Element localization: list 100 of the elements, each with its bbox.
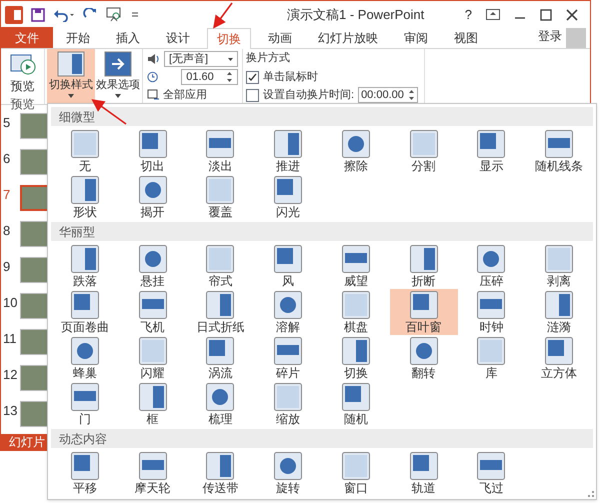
slide-thumbnail[interactable] bbox=[20, 257, 49, 283]
transition-option[interactable]: 揭开 bbox=[118, 174, 186, 220]
transition-option[interactable]: 随机线条 bbox=[525, 128, 593, 174]
transition-option[interactable]: 淡出 bbox=[186, 128, 254, 174]
transition-icon bbox=[206, 176, 234, 204]
transition-option[interactable]: 百叶窗 bbox=[390, 289, 458, 335]
transition-option[interactable]: 闪耀 bbox=[118, 335, 186, 381]
ribbon-tab[interactable]: 插入 bbox=[103, 27, 153, 48]
transition-option[interactable]: 折断 bbox=[390, 243, 458, 289]
resize-grip-icon[interactable] bbox=[588, 491, 594, 497]
transition-option[interactable]: 飞过 bbox=[458, 450, 526, 496]
transition-option[interactable]: 摩天轮 bbox=[118, 450, 186, 496]
ribbon-tab[interactable]: 幻灯片放映 bbox=[305, 27, 391, 48]
sign-in-link[interactable]: 登录 bbox=[538, 27, 562, 45]
slide-thumbnail[interactable] bbox=[20, 401, 49, 427]
checkbox[interactable] bbox=[246, 88, 259, 102]
slide-thumbnail[interactable] bbox=[20, 149, 49, 175]
close-icon[interactable] bbox=[566, 8, 578, 20]
transition-option[interactable]: 擦除 bbox=[322, 128, 390, 174]
transition-option[interactable]: 风 bbox=[254, 243, 322, 289]
sound-dropdown[interactable]: [无声音] bbox=[164, 51, 238, 67]
slide-thumbnail[interactable] bbox=[20, 221, 49, 247]
ribbon-tab[interactable]: 设计 bbox=[153, 27, 203, 48]
undo-icon[interactable] bbox=[53, 8, 75, 22]
transition-icon bbox=[410, 130, 438, 158]
transition-option[interactable]: 立方体 bbox=[525, 335, 593, 381]
transition-option[interactable]: 分割 bbox=[390, 128, 458, 174]
duration-field[interactable]: 01.60 bbox=[181, 69, 238, 85]
transition-option[interactable]: 无 bbox=[51, 128, 119, 174]
transition-option[interactable]: 帘式 bbox=[186, 243, 254, 289]
preview-button[interactable]: 预览 bbox=[10, 49, 36, 95]
transition-style-button[interactable]: 切换样式 bbox=[47, 49, 95, 104]
ribbon-tab[interactable]: 审阅 bbox=[391, 27, 441, 48]
transition-option[interactable]: 缩放 bbox=[254, 381, 322, 427]
slide-thumbnail[interactable] bbox=[20, 329, 49, 355]
transition-option[interactable]: 梳理 bbox=[186, 381, 254, 427]
transition-option[interactable]: 形状 bbox=[51, 174, 119, 220]
transition-option[interactable]: 翻转 bbox=[390, 335, 458, 381]
transition-option[interactable]: 显示 bbox=[458, 128, 526, 174]
transition-option[interactable]: 框 bbox=[118, 381, 186, 427]
transition-option[interactable]: 时钟 bbox=[458, 289, 526, 335]
transition-option[interactable]: 覆盖 bbox=[186, 174, 254, 220]
caret-icon bbox=[115, 94, 121, 98]
transition-icon bbox=[477, 244, 506, 272]
slide-thumbnail[interactable] bbox=[20, 365, 49, 391]
customize-menu-icon[interactable] bbox=[131, 10, 139, 18]
apply-all-button[interactable]: 全部应用 bbox=[147, 87, 238, 103]
transition-icon bbox=[138, 336, 167, 364]
transition-option[interactable]: 切出 bbox=[118, 128, 186, 174]
transition-icon bbox=[342, 244, 370, 272]
transition-option[interactable]: 随机 bbox=[322, 381, 390, 427]
help-button[interactable]: ? bbox=[464, 4, 472, 24]
transition-option[interactable]: 门 bbox=[51, 381, 119, 427]
transition-icon bbox=[274, 452, 302, 480]
transition-icon bbox=[70, 336, 99, 364]
ribbon-tab[interactable]: 动画 bbox=[255, 27, 305, 48]
transition-option[interactable]: 跌落 bbox=[51, 243, 119, 289]
slide-thumbnail[interactable] bbox=[20, 113, 49, 139]
ribbon-tab[interactable]: 切换 bbox=[207, 28, 251, 49]
transition-icon bbox=[274, 290, 302, 318]
ribbon-tab[interactable]: 开始 bbox=[53, 27, 103, 48]
transition-option[interactable]: 平移 bbox=[51, 450, 119, 496]
time-field[interactable]: 00:00.00 bbox=[358, 87, 418, 103]
slide-thumbnail[interactable] bbox=[20, 185, 49, 211]
slide-number: 11 bbox=[3, 330, 18, 348]
file-tab[interactable]: 文件 bbox=[1, 27, 53, 48]
ribbon-display-icon[interactable] bbox=[486, 9, 500, 20]
checkbox[interactable] bbox=[246, 70, 259, 84]
transition-option[interactable]: 传送带 bbox=[186, 450, 254, 496]
transition-option[interactable]: 库 bbox=[458, 335, 526, 381]
transition-option[interactable]: 旋转 bbox=[254, 450, 322, 496]
transition-option[interactable]: 棋盘 bbox=[322, 289, 390, 335]
transition-option[interactable]: 飞机 bbox=[118, 289, 186, 335]
transition-option[interactable]: 切换 bbox=[322, 335, 390, 381]
transition-option[interactable]: 闪光 bbox=[254, 174, 322, 220]
transition-option[interactable]: 碎片 bbox=[254, 335, 322, 381]
slide-thumbnail[interactable] bbox=[20, 293, 49, 319]
transition-option[interactable]: 剥离 bbox=[525, 243, 593, 289]
transition-option[interactable]: 推进 bbox=[254, 128, 322, 174]
transition-option[interactable]: 悬挂 bbox=[118, 243, 186, 289]
save-icon[interactable] bbox=[31, 8, 45, 22]
transition-option[interactable]: 日式折纸 bbox=[186, 289, 254, 335]
group-label: 预览 bbox=[10, 96, 34, 113]
transition-option[interactable]: 压碎 bbox=[458, 243, 526, 289]
spinner-arrows-icon[interactable] bbox=[408, 88, 415, 102]
ribbon-tab[interactable]: 视图 bbox=[441, 27, 491, 48]
transition-option[interactable]: 威望 bbox=[322, 243, 390, 289]
transition-option[interactable]: 涡流 bbox=[186, 335, 254, 381]
transition-option[interactable]: 页面卷曲 bbox=[51, 289, 119, 335]
transition-option[interactable]: 涟漪 bbox=[525, 289, 593, 335]
transition-icon bbox=[70, 176, 99, 204]
transition-option[interactable]: 蜂巢 bbox=[51, 335, 119, 381]
transition-option[interactable]: 溶解 bbox=[254, 289, 322, 335]
transition-option[interactable]: 轨道 bbox=[390, 450, 458, 496]
spinner-arrows-icon[interactable] bbox=[226, 70, 233, 84]
maximize-icon[interactable] bbox=[540, 8, 552, 20]
transition-option[interactable]: 窗口 bbox=[322, 450, 390, 496]
presentation-icon[interactable] bbox=[105, 6, 123, 22]
transition-icon bbox=[477, 452, 506, 480]
effect-options-button[interactable]: 效果选项 bbox=[95, 49, 141, 104]
